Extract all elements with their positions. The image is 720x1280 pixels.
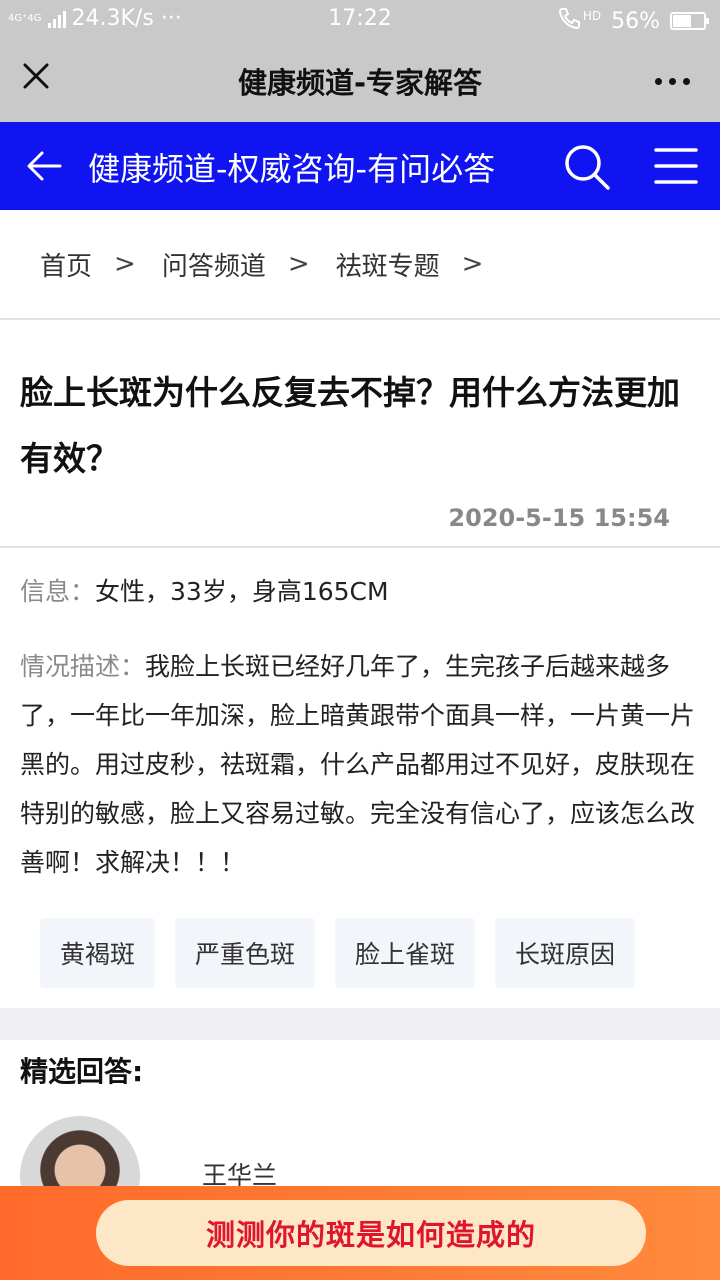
patient-info: 信息：女性，33岁，身高165CM bbox=[20, 572, 700, 612]
info-label: 信息： bbox=[20, 577, 96, 606]
breadcrumb-separator: > bbox=[114, 249, 136, 279]
breadcrumb: 首页 > 问答频道 > 祛斑专题 > bbox=[0, 210, 720, 320]
status-right: HD 56% bbox=[557, 6, 709, 36]
section-divider bbox=[0, 1008, 720, 1040]
question-section: 脸上长斑为什么反复去不掉？用什么方法更加有效？ 2020-5-15 15:54 bbox=[0, 322, 720, 548]
description-label: 情况描述： bbox=[20, 652, 146, 681]
info-value: 女性，33岁，身高165CM bbox=[95, 577, 389, 606]
back-arrow-icon[interactable] bbox=[24, 148, 64, 184]
menu-icon[interactable] bbox=[654, 146, 698, 186]
tag-item[interactable]: 黄褐斑 bbox=[40, 918, 156, 988]
title-bar: 健康频道-专家解答 bbox=[0, 38, 720, 122]
page-title: 健康频道-专家解答 bbox=[237, 66, 483, 100]
tag-item[interactable]: 脸上雀斑 bbox=[335, 918, 476, 988]
site-title: 健康频道-权威咨询-有问必答 bbox=[88, 150, 496, 188]
question-date: 2020-5-15 15:54 bbox=[448, 504, 670, 532]
question-description: 情况描述：我脸上长斑已经好几年了，生完孩子后越来越多了，一年比一年加深，脸上暗黄… bbox=[20, 642, 710, 887]
breadcrumb-home[interactable]: 首页 bbox=[40, 246, 92, 283]
cta-bar: 测测你的斑是如何造成的 bbox=[0, 1186, 720, 1280]
more-options-icon[interactable] bbox=[655, 78, 690, 85]
tag-list: 黄褐斑 严重色斑 脸上雀斑 长斑原因 bbox=[40, 918, 700, 988]
breadcrumb-separator: > bbox=[287, 249, 310, 279]
battery-icon bbox=[670, 12, 709, 30]
search-icon[interactable] bbox=[562, 142, 612, 192]
tag-item[interactable]: 长斑原因 bbox=[495, 918, 636, 988]
breadcrumb-separator: > bbox=[461, 249, 484, 279]
breadcrumb-qa-channel[interactable]: 问答频道 bbox=[162, 246, 266, 283]
status-bar: 4G⁺4G 24.3K/s ··· 17:22 HD 56% bbox=[0, 0, 720, 38]
hd-tag: HD bbox=[582, 9, 602, 23]
site-header: 健康频道-权威咨询-有问必答 bbox=[0, 122, 720, 210]
answers-heading: 精选回答: bbox=[20, 1055, 144, 1088]
call-icon bbox=[557, 6, 583, 36]
breadcrumb-topic[interactable]: 祛斑专题 bbox=[336, 246, 440, 283]
tag-item[interactable]: 严重色斑 bbox=[175, 918, 316, 988]
battery-percent: 56% bbox=[611, 8, 660, 34]
description-text: 我脸上长斑已经好几年了，生完孩子后越来越多了，一年比一年加深，脸上暗黄跟带个面具… bbox=[20, 652, 696, 877]
question-title: 脸上长斑为什么反复去不掉？用什么方法更加有效？ bbox=[20, 373, 680, 478]
cta-button[interactable]: 测测你的斑是如何造成的 bbox=[96, 1200, 646, 1266]
